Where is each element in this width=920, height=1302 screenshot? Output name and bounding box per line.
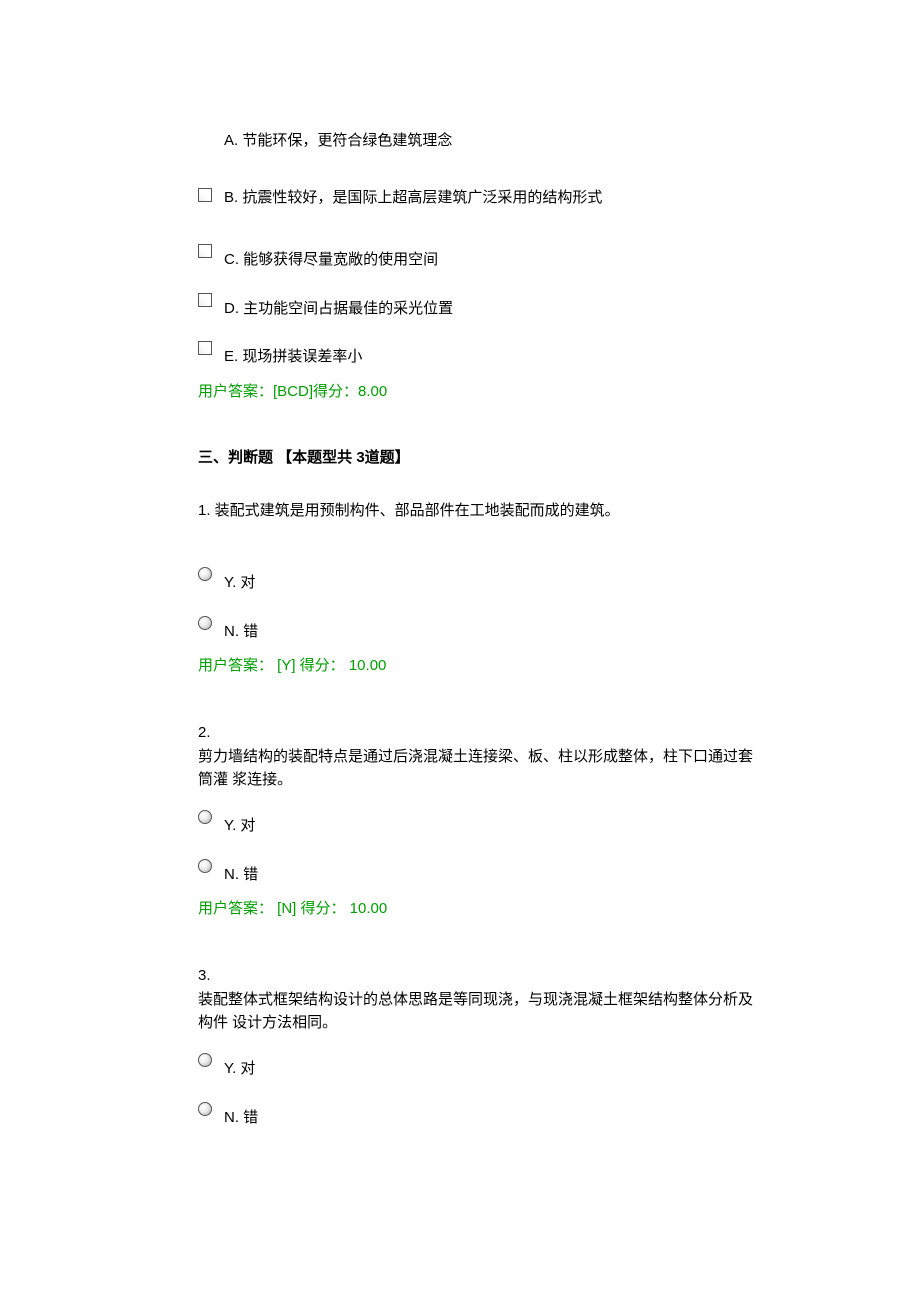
section3-title: 三、判断题 【本题型共 3道题】 (198, 447, 780, 470)
checkbox-icon[interactable] (198, 244, 212, 258)
q3-option-y: Y. 对 (198, 1052, 780, 1081)
radio-y-container (198, 810, 224, 824)
mc-user-answer: 用户答案：[BCD]得分：8.00 (198, 381, 780, 404)
radio-n-container (198, 616, 224, 630)
radio-icon[interactable] (198, 859, 212, 873)
radio-icon[interactable] (198, 810, 212, 824)
radio-n-container (198, 1102, 224, 1116)
q2-number: 2. (198, 722, 780, 745)
q1-option-y-text: Y. 对 (224, 566, 780, 595)
q3-option-y-text: Y. 对 (224, 1052, 780, 1081)
q2-option-y-text: Y. 对 (224, 809, 780, 838)
checkbox-b-container (198, 188, 224, 202)
q1-text: 1. 装配式建筑是用预制构件、部品部件在工地装配而成的建筑。 (198, 500, 758, 523)
radio-y-container (198, 567, 224, 581)
mc-option-e: E. 现场拼装误差率小 (198, 340, 780, 369)
q2-user-answer: 用户答案： [N] 得分： 10.00 (198, 898, 780, 921)
checkbox-icon[interactable] (198, 188, 212, 202)
q3: 3. 装配整体式框架结构设计的总体思路是等同现浇，与现浇混凝土框架结构整体分析及… (198, 965, 780, 1130)
q3-option-n: N. 错 (198, 1101, 780, 1130)
q2-option-n-text: N. 错 (224, 858, 780, 887)
mc-option-d: D. 主功能空间占据最佳的采光位置 (198, 292, 780, 321)
checkbox-d-container (198, 293, 224, 307)
q2-option-n: N. 错 (198, 858, 780, 887)
radio-icon[interactable] (198, 616, 212, 630)
radio-icon[interactable] (198, 567, 212, 581)
q1-option-y: Y. 对 (198, 566, 780, 595)
mc-option-b-text: B. 抗震性较好，是国际上超高层建筑广泛采用的结构形式 (224, 187, 780, 210)
q2-text: 剪力墙结构的装配特点是通过后浇混凝土连接梁、板、柱以形成整体，柱下口通过套筒灌 … (198, 746, 758, 791)
mc-option-e-text: E. 现场拼装误差率小 (224, 340, 780, 369)
radio-n-container (198, 859, 224, 873)
radio-icon[interactable] (198, 1102, 212, 1116)
mc-option-b: B. 抗震性较好，是国际上超高层建筑广泛采用的结构形式 (198, 187, 780, 210)
mc-option-a: A. 节能环保，更符合绿色建筑理念 (198, 130, 780, 153)
checkbox-icon[interactable] (198, 293, 212, 307)
q1-user-answer: 用户答案： [Y] 得分： 10.00 (198, 655, 780, 678)
mc-option-c-text: C. 能够获得尽量宽敞的使用空间 (224, 243, 780, 272)
q1-option-n: N. 错 (198, 615, 780, 644)
checkbox-icon[interactable] (198, 341, 212, 355)
q1-option-n-text: N. 错 (224, 615, 780, 644)
mc-option-c: C. 能够获得尽量宽敞的使用空间 (198, 243, 780, 272)
q3-number: 3. (198, 965, 780, 988)
radio-icon[interactable] (198, 1053, 212, 1067)
mc-option-a-text: A. 节能环保，更符合绿色建筑理念 (224, 130, 780, 153)
document-page: A. 节能环保，更符合绿色建筑理念 B. 抗震性较好，是国际上超高层建筑广泛采用… (0, 0, 780, 1269)
checkbox-c-container (198, 244, 224, 258)
q1: 1. 装配式建筑是用预制构件、部品部件在工地装配而成的建筑。 Y. 对 N. 错… (198, 500, 780, 678)
radio-y-container (198, 1053, 224, 1067)
checkbox-e-container (198, 341, 224, 355)
mc-option-d-text: D. 主功能空间占据最佳的采光位置 (224, 292, 780, 321)
q3-text: 装配整体式框架结构设计的总体思路是等同现浇，与现浇混凝土框架结构整体分析及构件 … (198, 989, 758, 1034)
q2-option-y: Y. 对 (198, 809, 780, 838)
q3-option-n-text: N. 错 (224, 1101, 780, 1130)
q2: 2. 剪力墙结构的装配特点是通过后浇混凝土连接梁、板、柱以形成整体，柱下口通过套… (198, 722, 780, 921)
